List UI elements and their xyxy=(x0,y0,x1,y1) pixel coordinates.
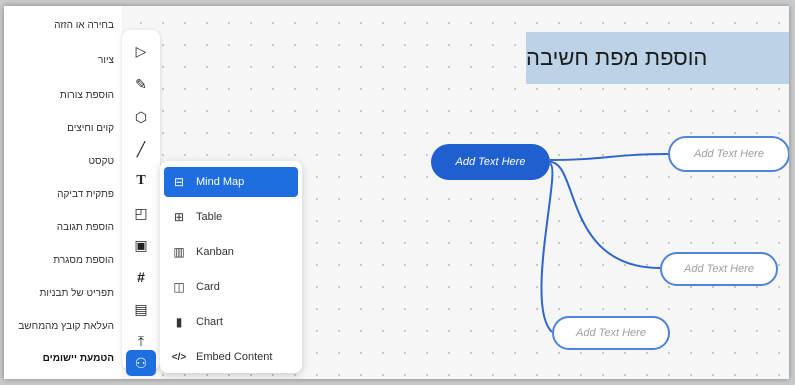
child-node-text: Add Text Here xyxy=(576,327,646,339)
root-node-text: Add Text Here xyxy=(455,156,526,168)
mindmap-child-node-bottom[interactable]: Add Text Here xyxy=(552,316,670,350)
child-node-text: Add Text Here xyxy=(694,148,764,160)
edge-root-to-top xyxy=(549,153,669,161)
edge-root-to-middle xyxy=(549,161,661,269)
edge-root-to-bottom xyxy=(540,163,554,333)
caption-banner: הוספת מפת חשיבה xyxy=(526,32,789,84)
app-window: בחירה או הזזה ציור הוספת צורות קוים וחיצ… xyxy=(4,6,789,379)
mindmap-child-node-top[interactable]: Add Text Here xyxy=(668,136,789,172)
caption-text: הוספת מפת חשיבה xyxy=(526,45,708,70)
child-node-text: Add Text Here xyxy=(684,263,754,275)
mindmap-root-node[interactable]: Add Text Here xyxy=(431,144,550,180)
mindmap-child-node-middle[interactable]: Add Text Here xyxy=(660,252,778,286)
